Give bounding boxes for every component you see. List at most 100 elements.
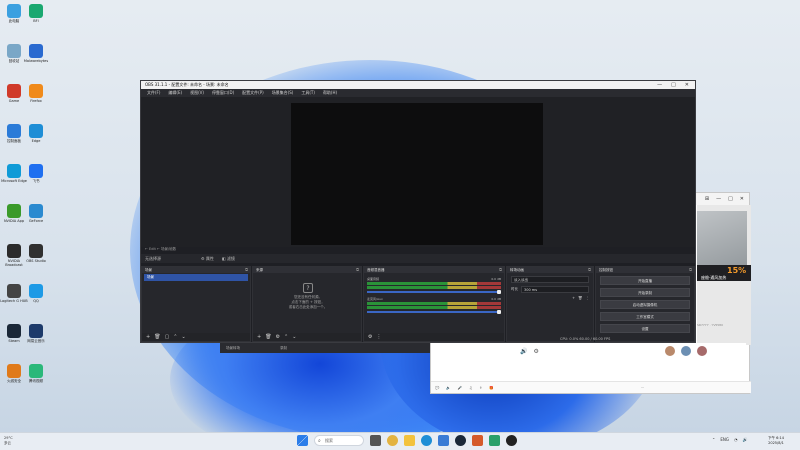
remove-transition-button[interactable]: 🗑 <box>578 296 582 300</box>
volume-slider[interactable] <box>367 290 501 294</box>
obs-icon[interactable] <box>506 435 517 446</box>
obs-status-bar: CPU: 0.0% 60.00 / 60.00 FPS <box>560 337 611 341</box>
menu-item[interactable]: 帮助(H) <box>323 90 337 96</box>
add-scene-button[interactable]: + <box>146 334 150 340</box>
mic-icon[interactable]: 🎤 <box>458 386 462 390</box>
undock-icon[interactable]: ⧉ <box>689 267 692 273</box>
filters-button[interactable]: ◧ 滤镜 <box>222 256 235 262</box>
duration-field[interactable]: 300 ms <box>521 286 589 293</box>
source-properties-button[interactable]: ⚙ <box>276 334 280 340</box>
clock[interactable]: 下午 6:14 2025/8/1 <box>768 436 784 446</box>
desktop-icon[interactable]: Firefox <box>22 84 50 103</box>
file-explorer-icon[interactable] <box>404 435 415 446</box>
mute-icon[interactable]: 🔈 <box>446 386 450 390</box>
avatar[interactable] <box>680 346 691 356</box>
app-icon <box>7 324 21 338</box>
gift-icon[interactable]: 🎁 <box>489 386 493 390</box>
store-icon[interactable] <box>438 435 449 446</box>
volume-slider[interactable] <box>367 310 501 314</box>
desktop-icon[interactable]: QQ <box>22 284 50 303</box>
menu-item[interactable]: 停靠窗口(D) <box>212 90 234 96</box>
desktop-icon-label: QQ <box>33 299 39 303</box>
remove-source-button[interactable]: 🗑 <box>265 334 271 340</box>
properties-button[interactable]: ⚙ 属性 <box>201 256 214 262</box>
minimize-icon[interactable]: — <box>657 82 662 88</box>
promo-badge[interactable]: 15% 座舱·通风加热 <box>697 265 751 281</box>
mixer-footer: ⚙ ⋮ <box>364 333 504 341</box>
avatar[interactable] <box>696 346 707 356</box>
chat-icon[interactable]: 💬 <box>435 386 439 390</box>
start-recording-button[interactable]: 开始录制 <box>600 288 690 297</box>
start-streaming-button[interactable]: 开始直播 <box>600 276 690 285</box>
steam-icon[interactable] <box>455 435 466 446</box>
strip-right-label: 录制 <box>280 345 287 350</box>
undock-icon[interactable]: ⧉ <box>499 267 502 273</box>
tray-chevron-icon[interactable]: ⌃ <box>712 437 715 442</box>
add-source-button[interactable]: + <box>257 334 261 340</box>
undock-icon[interactable]: ⧉ <box>356 267 359 273</box>
share-icon[interactable]: ⇪ <box>479 386 482 390</box>
taskbar-search[interactable]: 搜索 <box>314 435 364 446</box>
app-icon <box>7 124 21 138</box>
windows-start-icon[interactable] <box>297 435 308 446</box>
close-icon[interactable]: ✕ <box>685 82 689 88</box>
desktop-icon[interactable]: 飞书 <box>22 164 50 183</box>
desktop-icon[interactable]: Malwarebytes <box>22 44 50 63</box>
edge-icon[interactable] <box>421 435 432 446</box>
move-down-icon[interactable]: ⌄ <box>292 334 296 340</box>
more-icon[interactable]: ⋯ <box>641 386 645 390</box>
menu-item[interactable]: 文件(F) <box>147 90 160 96</box>
preview-canvas[interactable] <box>291 103 543 245</box>
desktop-icon[interactable]: GeForce <box>22 204 50 223</box>
more-icon[interactable]: ⋮ <box>376 334 381 340</box>
add-transition-button[interactable]: + <box>572 296 575 300</box>
desktop-icon-label: GeForce <box>28 219 44 223</box>
chrome-icon[interactable] <box>387 435 398 446</box>
avatar[interactable] <box>664 346 675 356</box>
advanced-audio-icon[interactable]: ⚙ <box>368 334 372 340</box>
language-indicator[interactable]: ENG <box>720 437 729 442</box>
desktop-icon[interactable]: OBS Studio <box>22 244 50 263</box>
maximize-icon[interactable]: □ <box>728 196 733 202</box>
obs-window[interactable]: OBS 31.1.1 - 配置文件: 未命名 - 场景: 未命名 — □ ✕ 文… <box>140 80 696 343</box>
maximize-icon[interactable]: □ <box>671 82 676 88</box>
move-up-icon[interactable]: ⌃ <box>173 334 177 340</box>
close-icon[interactable]: ✕ <box>740 196 744 202</box>
menu-item[interactable]: 配置文件(P) <box>242 90 264 96</box>
weather-widget[interactable]: 29°C 多云 <box>4 436 13 446</box>
menu-item[interactable]: 工具(T) <box>301 90 315 96</box>
remove-scene-button[interactable]: 🗑 <box>154 334 160 340</box>
settings-icon[interactable]: ⚙ <box>533 348 538 355</box>
scene-list-item[interactable]: 场景 <box>144 274 248 281</box>
desktop-icon[interactable]: BFI <box>22 4 50 23</box>
volume-icon[interactable]: 🔊 <box>742 437 747 442</box>
move-up-icon[interactable]: ⌃ <box>284 334 288 340</box>
volume-icon[interactable]: 🔊 <box>520 348 527 355</box>
menu-item[interactable]: 场景集合(S) <box>272 90 294 96</box>
virtual-camera-button[interactable]: 启动虚拟摄像机 <box>600 300 690 309</box>
app-icon[interactable] <box>472 435 483 446</box>
studio-mode-button[interactable]: 工作室模式 <box>600 312 690 321</box>
gamepad-icon[interactable]: ⊞ <box>705 196 709 202</box>
preview-area[interactable] <box>141 97 695 247</box>
desktop-icon-label: 网易云音乐 <box>27 339 45 343</box>
desktop-icon[interactable]: Edge <box>22 124 50 143</box>
transition-select[interactable]: 淡入淡出 <box>511 276 589 283</box>
app-icon[interactable] <box>489 435 500 446</box>
music-icon[interactable]: ♫ <box>469 386 472 390</box>
wifi-icon[interactable]: ◔ <box>734 437 738 442</box>
menu-item[interactable]: 视图(V) <box>190 90 204 96</box>
desktop-icon[interactable]: 腾讯视频 <box>22 364 50 383</box>
desktop-icon[interactable]: 网易云音乐 <box>22 324 50 343</box>
more-icon[interactable]: ⋮ <box>586 296 590 300</box>
undock-icon[interactable]: ⧉ <box>588 267 591 273</box>
settings-button[interactable]: 设置 <box>600 324 690 333</box>
move-down-icon[interactable]: ⌄ <box>182 334 186 340</box>
scene-filter-button[interactable]: ▢ <box>165 334 170 340</box>
task-view-icon[interactable] <box>370 435 381 446</box>
undock-icon[interactable]: ⧉ <box>245 267 248 273</box>
minimize-icon[interactable]: — <box>716 196 721 202</box>
slider-knob[interactable] <box>497 290 501 294</box>
menu-item[interactable]: 编辑(E) <box>168 90 182 96</box>
slider-knob[interactable] <box>497 310 501 314</box>
